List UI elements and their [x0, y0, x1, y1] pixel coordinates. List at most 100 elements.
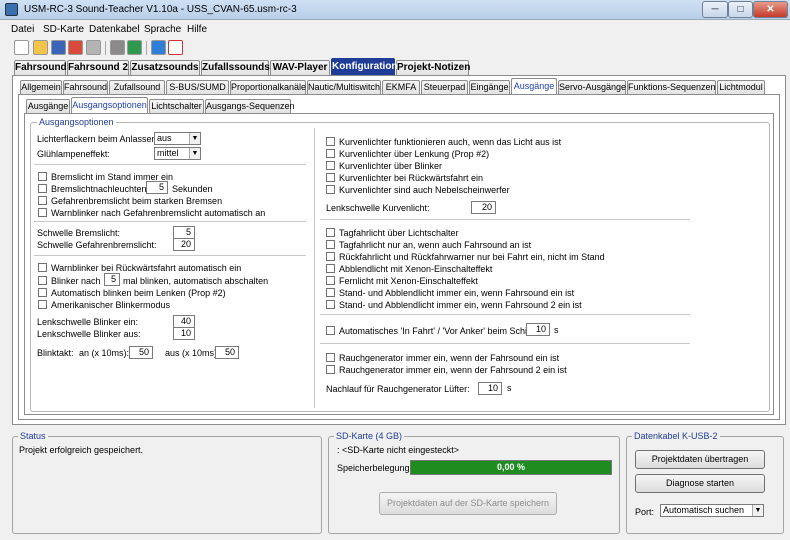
tab-eingaenge[interactable]: Eingänge: [469, 80, 510, 94]
group-title: Ausgangsoptionen: [37, 117, 116, 127]
brake-after-checkbox[interactable]: [38, 184, 47, 193]
warn-reverse-checkbox[interactable]: [38, 263, 47, 272]
print-icon[interactable]: [86, 40, 101, 55]
maximize-button[interactable]: □: [728, 1, 753, 18]
tab-s-bus-sumd[interactable]: S-BUS/SUMD: [166, 80, 229, 94]
day3-label: Rückfahrlicht und Rückfahrwarner nur bei…: [339, 252, 605, 262]
tab-allgemein[interactable]: Allgemein: [20, 80, 62, 94]
blink-after-checkbox[interactable]: [38, 276, 47, 285]
music-note-icon[interactable]: [151, 40, 166, 55]
curve1-checkbox[interactable]: [326, 137, 335, 146]
curve-thr-input[interactable]: 20: [471, 201, 496, 214]
tab-konfiguration[interactable]: Konfiguration: [331, 58, 398, 75]
day4-label: Abblendlicht mit Xenon-Einschalteffekt: [339, 264, 493, 274]
chevron-down-icon: ▼: [189, 133, 200, 144]
calculator-icon[interactable]: [110, 40, 125, 55]
new-file-icon[interactable]: [14, 40, 29, 55]
day1-checkbox[interactable]: [326, 228, 335, 237]
cable-title: Datenkabel K-USB-2: [632, 431, 720, 441]
divider: [320, 314, 690, 315]
steer-off-label: Lenkschwelle Blinker aus:: [37, 329, 141, 339]
smoke1-checkbox[interactable]: [326, 353, 335, 362]
aus-input[interactable]: 50: [215, 346, 239, 359]
tab-ausgangsoptionen[interactable]: Ausgangsoptionen: [71, 97, 148, 113]
brake-after-input[interactable]: 5: [146, 181, 168, 194]
smoke2-label: Rauchgenerator immer ein, wenn der Fahrs…: [339, 365, 567, 375]
save-as-icon[interactable]: [68, 40, 83, 55]
ship-unit: s: [554, 325, 559, 335]
menu-hilfe[interactable]: Hilfe: [187, 24, 207, 35]
curve3-checkbox[interactable]: [326, 161, 335, 170]
aus-label: aus (x 10ms):: [165, 348, 220, 358]
fan-input[interactable]: 10: [478, 382, 502, 395]
tab-sub-ausgaenge[interactable]: Ausgänge: [26, 99, 70, 113]
tab-servo-ausgaenge[interactable]: Servo-Ausgänge: [558, 80, 626, 94]
thr-hazard-input[interactable]: 20: [173, 238, 195, 251]
tab-fahrsound[interactable]: Fahrsound: [14, 60, 67, 75]
curve2-checkbox[interactable]: [326, 149, 335, 158]
brake-standing-checkbox[interactable]: [38, 172, 47, 181]
tab-ausgangs-sequenzen[interactable]: Ausgangs-Sequenzen: [205, 99, 295, 113]
tab-zufallsound[interactable]: Zufallsound: [109, 80, 165, 94]
day7-checkbox[interactable]: [326, 300, 335, 309]
day2-checkbox[interactable]: [326, 240, 335, 249]
tab-proportionalkanaele[interactable]: Proportionalkanäle: [230, 80, 306, 94]
day1-label: Tagfahrlicht über Lichtschalter: [339, 228, 459, 238]
diagnose-button[interactable]: Diagnose starten: [635, 474, 765, 493]
hazard-brake-label: Gefahrenbremslicht beim starken Bremsen: [51, 196, 223, 206]
flicker-select[interactable]: aus ▼: [154, 132, 201, 145]
tab-wav-player[interactable]: WAV-Player: [270, 60, 330, 75]
day7-label: Stand- und Abblendlicht immer ein, wenn …: [339, 300, 582, 310]
american-blink-checkbox[interactable]: [38, 300, 47, 309]
port-select[interactable]: Automatisch suchen ▼: [660, 504, 764, 517]
status-title: Status: [18, 431, 48, 441]
tab-fahrsound-2[interactable]: Fahrsound 2: [67, 60, 129, 75]
american-blink-label: Amerikanischer Blinkermodus: [51, 300, 171, 310]
warn-after-hazard-checkbox[interactable]: [38, 208, 47, 217]
blink-after-input[interactable]: 5: [104, 273, 120, 286]
sd-usage-bar: 0,00 %: [410, 460, 612, 475]
tab-funktions-sequenzen[interactable]: Funktions-Sequenzen: [627, 80, 716, 94]
tab-projekt-notizen[interactable]: Projekt-Notizen: [396, 60, 470, 75]
tab-nautic-multiswitch[interactable]: Nautic/Multiswitch: [307, 80, 381, 94]
tab-lichtmodul[interactable]: Lichtmodul: [717, 80, 765, 94]
day6-checkbox[interactable]: [326, 288, 335, 297]
sd-save-button[interactable]: Projektdaten auf der SD-Karte speichern: [379, 492, 557, 515]
ship-input[interactable]: 10: [526, 323, 550, 336]
auto-blink-steer-checkbox[interactable]: [38, 288, 47, 297]
day3-checkbox[interactable]: [326, 252, 335, 261]
tab-steuerpad[interactable]: Steuerpad: [421, 80, 468, 94]
steer-off-input[interactable]: 10: [173, 327, 195, 340]
menu-sd-karte[interactable]: SD-Karte: [43, 24, 84, 35]
tab-zufallssounds[interactable]: Zufallssounds: [201, 60, 270, 75]
an-input[interactable]: 50: [129, 346, 153, 359]
fan-unit: s: [507, 383, 512, 393]
transfer-project-button[interactable]: Projektdaten übertragen: [635, 450, 765, 469]
transfer-icon[interactable]: [127, 40, 142, 55]
close-button[interactable]: ✕: [753, 1, 788, 18]
blink-after-label: Blinker nach: [51, 276, 101, 286]
menu-sprache[interactable]: Sprache: [144, 24, 181, 35]
tab-config-fahrsound[interactable]: Fahrsound: [63, 80, 108, 94]
tab-ekmfa[interactable]: EKMFA: [382, 80, 420, 94]
hazard-brake-checkbox[interactable]: [38, 196, 47, 205]
smoke2-checkbox[interactable]: [326, 365, 335, 374]
column-divider: [314, 128, 315, 408]
cable-group: Datenkabel K-USB-2 Projektdaten übertrag…: [626, 431, 784, 534]
day4-checkbox[interactable]: [326, 264, 335, 273]
day5-checkbox[interactable]: [326, 276, 335, 285]
chevron-down-icon: ▼: [189, 148, 200, 159]
curve4-checkbox[interactable]: [326, 173, 335, 182]
menu-datenkabel[interactable]: Datenkabel: [89, 24, 140, 35]
tab-zusatzsounds[interactable]: Zusatzsounds: [130, 60, 200, 75]
minimize-button[interactable]: ─: [702, 1, 728, 18]
curve5-checkbox[interactable]: [326, 185, 335, 194]
glow-select[interactable]: mittel ▼: [154, 147, 201, 160]
open-folder-icon[interactable]: [33, 40, 48, 55]
save-icon[interactable]: [51, 40, 66, 55]
tab-ausgaenge[interactable]: Ausgänge: [511, 78, 557, 94]
pdf-icon[interactable]: [168, 40, 183, 55]
ship-checkbox[interactable]: [326, 326, 335, 335]
menu-datei[interactable]: Datei: [11, 24, 34, 35]
tab-lichtschalter[interactable]: Lichtschalter: [149, 99, 204, 113]
